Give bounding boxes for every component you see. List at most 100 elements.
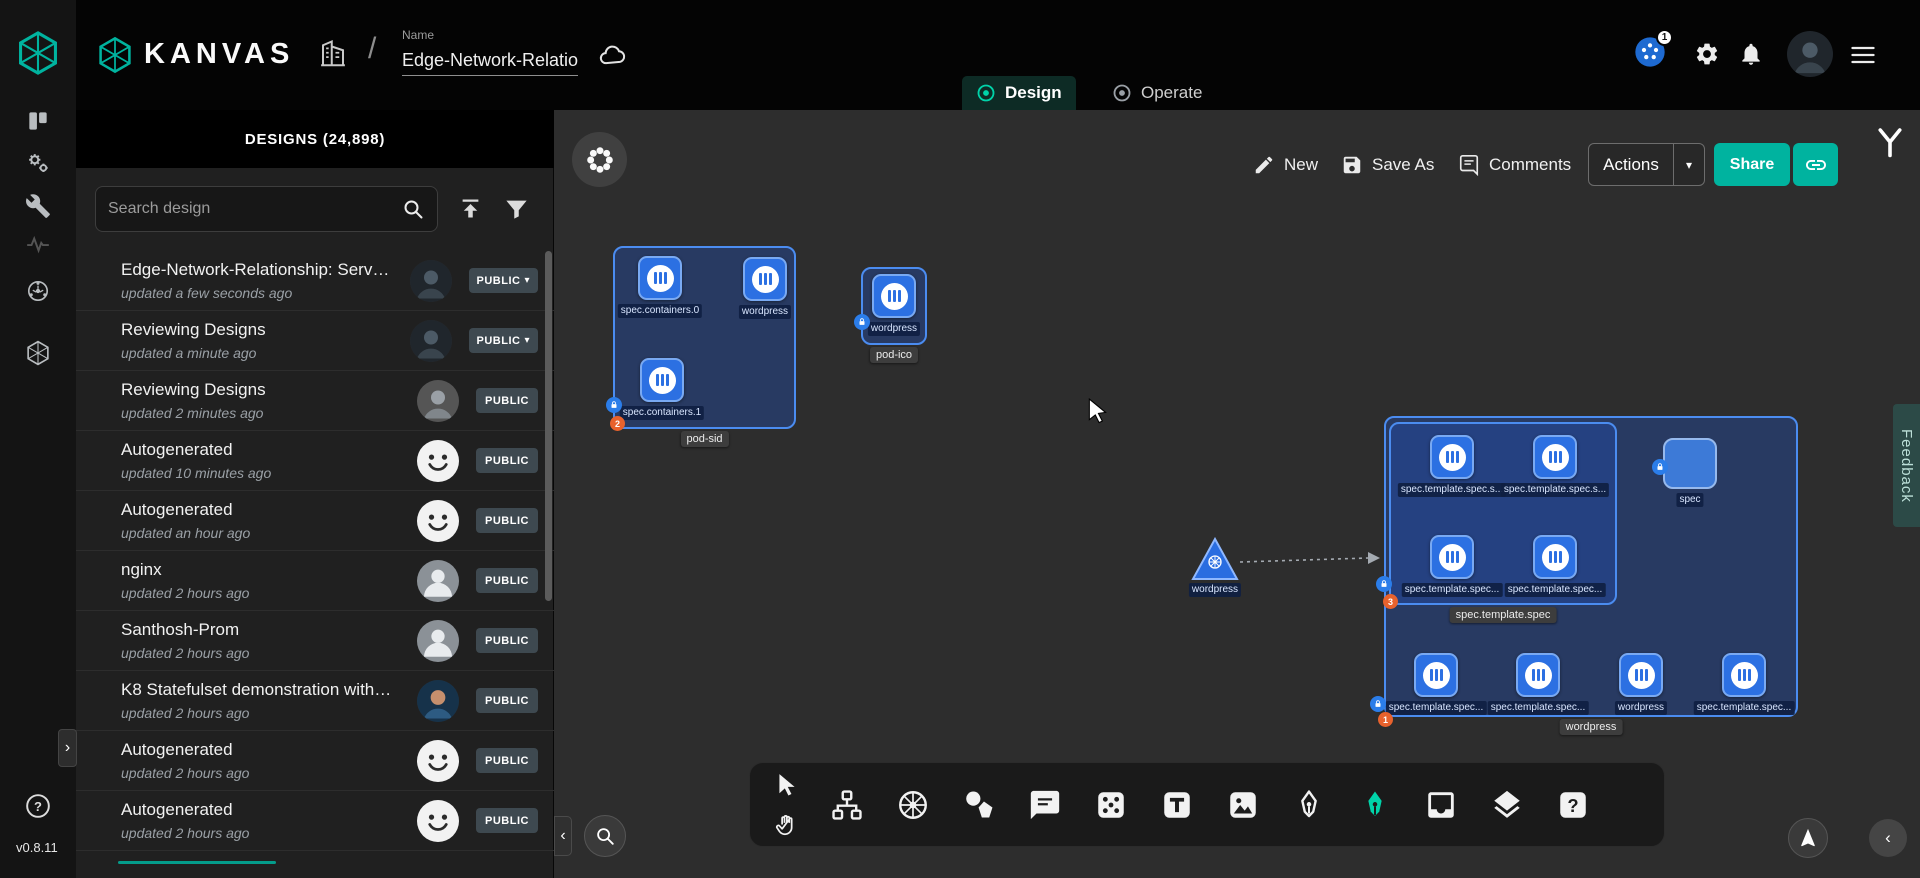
pod-node[interactable] (1430, 435, 1474, 479)
search-icon[interactable] (401, 197, 425, 221)
rail-mesh-icon[interactable] (25, 278, 51, 304)
visibility-badge[interactable]: PUBLIC (476, 748, 538, 773)
loader-flower-icon (584, 144, 616, 176)
user-avatar[interactable] (1787, 31, 1833, 77)
image-icon[interactable] (1226, 788, 1260, 822)
new-button[interactable]: New (1253, 143, 1318, 186)
workspace-icon[interactable] (318, 39, 348, 69)
pod-node[interactable] (872, 274, 916, 318)
design-updated: updated 2 hours ago (121, 705, 417, 721)
visibility-badge[interactable]: PUBLIC (476, 448, 538, 473)
panel-collapse-chevron[interactable]: ‹ (554, 816, 572, 856)
design-title: Edge-Network-Relationship: Service (121, 260, 393, 280)
pen-filled-icon[interactable] (1358, 788, 1392, 822)
design-list-item[interactable]: Santhosh-Prom updated 2 hours ago PUBLIC (76, 611, 554, 671)
comments-button[interactable]: Comments (1458, 143, 1571, 186)
search-input[interactable] (108, 200, 393, 218)
design-list-item[interactable]: Edge-Network-Relationship: Service updat… (76, 251, 554, 311)
tab-operate[interactable]: Operate (1098, 76, 1216, 110)
tab-design[interactable]: Design (962, 76, 1076, 110)
recenter-button[interactable] (1788, 818, 1828, 858)
cloud-sync-icon[interactable] (598, 40, 628, 70)
dice-icon[interactable] (1094, 788, 1128, 822)
visibility-badge[interactable]: PUBLIC (476, 388, 538, 413)
comment-icon (1458, 154, 1480, 176)
pod-node[interactable] (743, 257, 787, 301)
plain-node[interactable] (1663, 438, 1717, 489)
panel-expand-chevron[interactable]: › (58, 729, 77, 767)
design-list-item[interactable]: Autogenerated updated 10 minutes ago PUB… (76, 431, 554, 491)
chevron-down-icon[interactable]: ▾ (1674, 158, 1704, 172)
feedback-tab[interactable]: Feedback (1893, 404, 1920, 527)
design-list-item[interactable]: Autogenerated updated 2 hours ago PUBLIC (76, 731, 554, 791)
pod-node[interactable] (1430, 535, 1474, 579)
design-name-input[interactable] (402, 46, 578, 76)
link-icon (1804, 153, 1828, 177)
share-button[interactable]: Share (1714, 143, 1790, 186)
design-list-item[interactable]: Autogenerated updated an hour ago PUBLIC (76, 491, 554, 551)
rail-gears-icon[interactable] (25, 150, 51, 176)
rail-meshery-icon[interactable] (25, 340, 51, 366)
visibility-badge[interactable]: PUBLIC▾ (469, 268, 538, 293)
pod-icon (1542, 544, 1569, 571)
cursor-icon[interactable] (774, 772, 800, 798)
pen-icon[interactable] (1292, 788, 1326, 822)
hamburger-menu-icon[interactable] (1849, 41, 1877, 69)
pod-node[interactable] (1619, 653, 1663, 697)
design-title: Reviewing Designs (121, 380, 393, 400)
triangle-node[interactable] (1191, 537, 1239, 586)
pod-icon (1731, 662, 1758, 689)
k8s-wheel-icon[interactable] (896, 788, 930, 822)
pod-node[interactable] (1533, 535, 1577, 579)
import-design-icon[interactable] (457, 195, 484, 222)
pod-node[interactable] (1722, 653, 1766, 697)
pod-icon (649, 367, 676, 394)
design-list-item[interactable]: Reviewing Designs updated 2 minutes ago … (76, 371, 554, 431)
copy-link-button[interactable] (1793, 143, 1838, 186)
design-list-item[interactable]: Autogenerated updated 2 hours ago PUBLIC (76, 791, 554, 851)
notifications-bell-icon[interactable] (1738, 41, 1764, 67)
question-icon[interactable]: ? (1556, 788, 1590, 822)
design-list-item[interactable]: nginx updated 2 hours ago PUBLIC (76, 551, 554, 611)
design-list-item[interactable]: K8 Statefulset demonstration with mo upd… (76, 671, 554, 731)
visibility-badge[interactable]: PUBLIC (476, 808, 538, 833)
rail-dashboard-icon[interactable] (25, 108, 51, 134)
design-author-avatar (410, 320, 452, 362)
caret-down-icon: ▾ (524, 275, 530, 286)
operate-tab-icon (1112, 83, 1132, 103)
settings-gear-icon[interactable] (1694, 41, 1720, 67)
visibility-badge[interactable]: PUBLIC (476, 508, 538, 533)
design-title: Santhosh-Prom (121, 620, 393, 640)
pod-node[interactable] (638, 256, 682, 300)
layout-y-icon[interactable] (1872, 124, 1908, 160)
filter-icon[interactable] (503, 195, 530, 222)
drawer-icon[interactable] (1424, 788, 1458, 822)
pod-node[interactable] (640, 358, 684, 402)
zoom-button[interactable] (584, 815, 626, 857)
visibility-badge[interactable]: PUBLIC (476, 628, 538, 653)
design-list-item[interactable]: Reviewing Designs updated a minute ago P… (76, 311, 554, 371)
save-as-button[interactable]: Save As (1341, 143, 1434, 186)
shapes-icon[interactable] (962, 788, 996, 822)
visibility-badge[interactable]: PUBLIC (476, 688, 538, 713)
design-author-avatar (417, 800, 459, 842)
help-icon[interactable]: ? (25, 793, 51, 819)
visibility-badge[interactable]: PUBLIC (476, 568, 538, 593)
list-scrollbar[interactable] (545, 251, 552, 601)
layers-icon[interactable] (1490, 788, 1524, 822)
rail-pulse-icon[interactable] (25, 231, 51, 257)
right-dock-chevron[interactable]: ‹ (1869, 819, 1907, 857)
comment-tool-icon[interactable] (1028, 788, 1062, 822)
text-icon[interactable] (1160, 788, 1194, 822)
actions-dropdown-button[interactable]: Actions ▾ (1588, 143, 1705, 186)
svg-text:?: ? (1567, 795, 1578, 816)
visibility-badge[interactable]: PUBLIC▾ (469, 328, 538, 353)
pod-node[interactable] (1516, 653, 1560, 697)
hand-icon[interactable] (774, 812, 800, 838)
group-spec-template-spec[interactable] (1389, 422, 1617, 605)
rail-toolbox-icon[interactable] (25, 193, 51, 219)
kanvas-rail-logo-icon[interactable] (15, 30, 61, 76)
topology-icon[interactable] (830, 788, 864, 822)
pod-node[interactable] (1414, 653, 1458, 697)
pod-node[interactable] (1533, 435, 1577, 479)
